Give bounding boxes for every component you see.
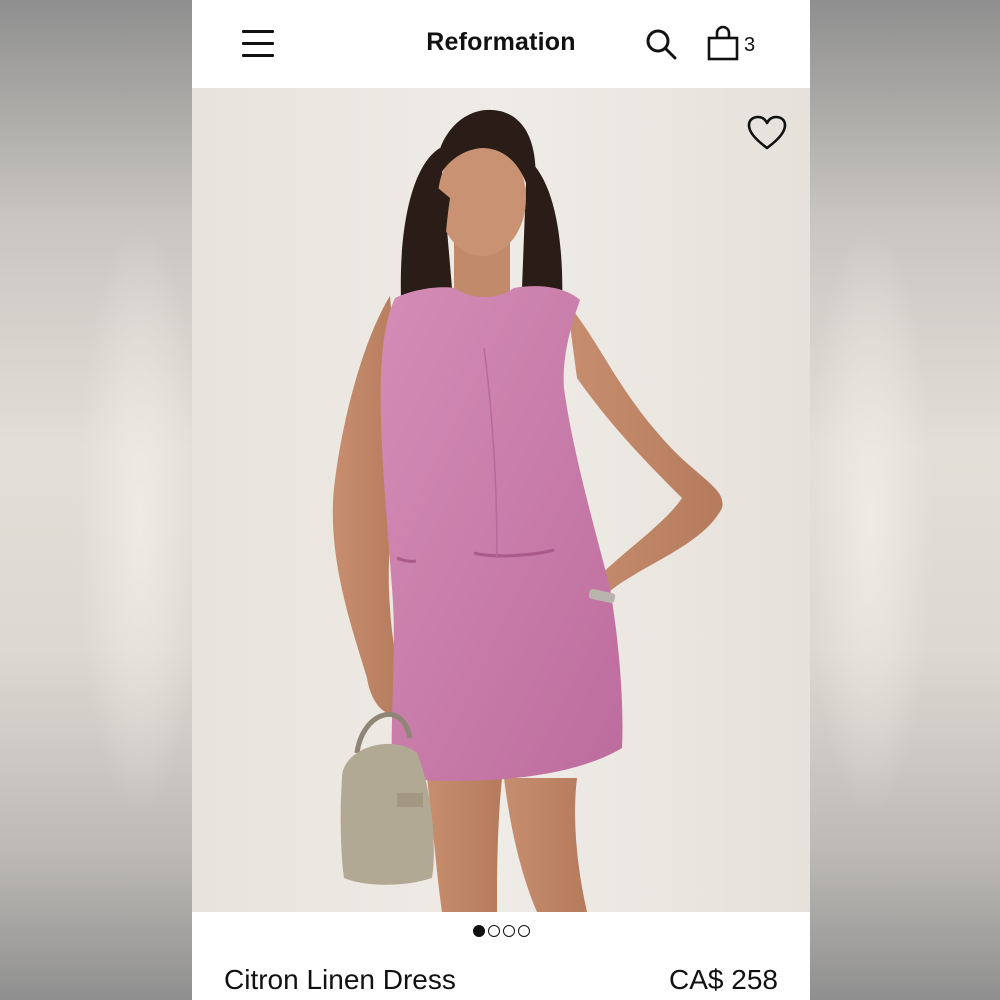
brand-logo[interactable]: Reformation <box>401 28 601 57</box>
right-blurred-backdrop <box>810 0 1000 1000</box>
image-pagination <box>192 918 810 944</box>
left-blurred-backdrop <box>0 0 192 1000</box>
favorite-button[interactable] <box>747 115 787 151</box>
heart-outline-icon <box>747 115 787 150</box>
mobile-screen: Reformation 3 Citron Linen Dress CA$ 258 <box>192 0 810 1000</box>
bag-count-badge: 3 <box>744 34 756 56</box>
shopping-bag-button[interactable]: 3 <box>706 25 762 63</box>
hamburger-menu-icon <box>242 30 274 33</box>
model-photo <box>192 88 810 912</box>
menu-button[interactable] <box>240 28 276 58</box>
pagination-dot[interactable] <box>517 925 530 937</box>
product-image[interactable] <box>192 88 810 912</box>
product-price: CA$ 258 <box>669 964 778 995</box>
pagination-dot[interactable] <box>487 925 500 937</box>
pagination-dot[interactable] <box>472 925 485 937</box>
search-button[interactable] <box>644 27 678 61</box>
shopping-bag-icon <box>707 25 739 61</box>
pagination-dot[interactable] <box>502 925 515 937</box>
top-header: Reformation 3 <box>192 0 810 88</box>
search-icon <box>646 29 677 60</box>
product-title: Citron Linen Dress <box>224 964 456 995</box>
